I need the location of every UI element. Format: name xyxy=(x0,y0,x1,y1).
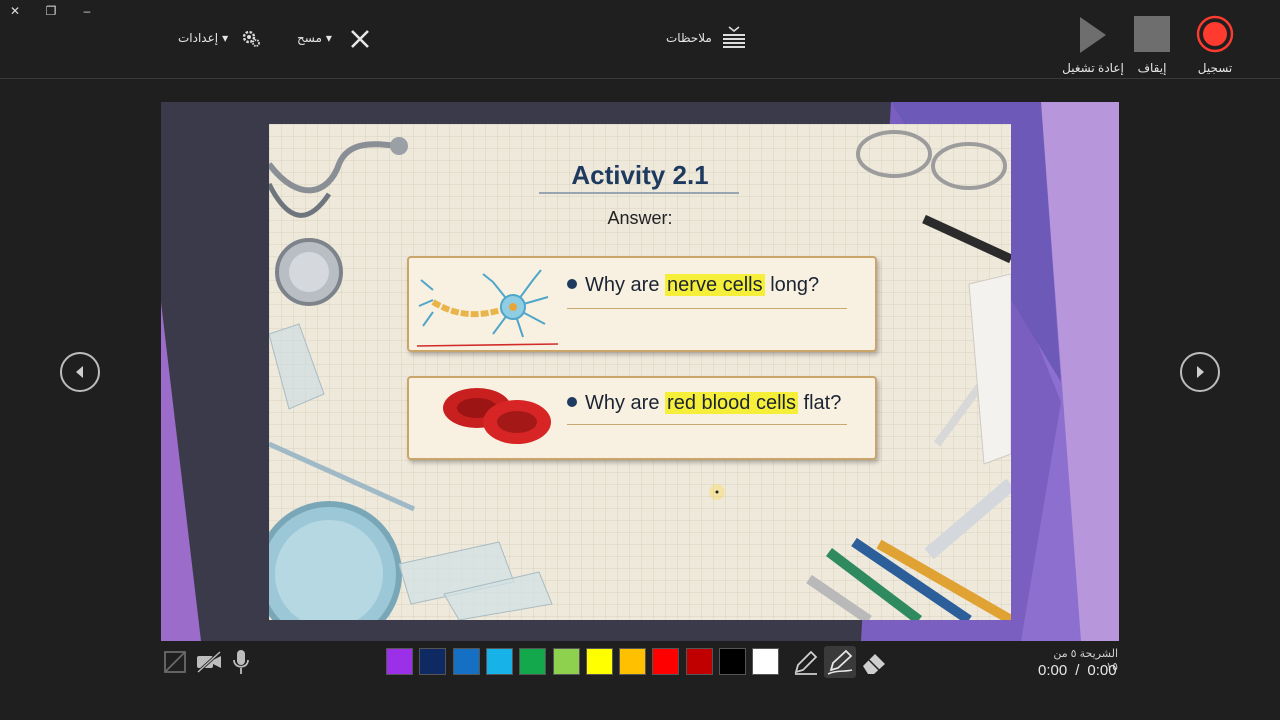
pen-color-swatch[interactable] xyxy=(452,648,480,675)
pen-color-swatch[interactable] xyxy=(386,648,413,675)
slide-preview[interactable]: Activity 2.1 Answer: Why are nerve cells… xyxy=(161,102,1119,641)
close-icon[interactable] xyxy=(349,28,371,50)
settings-menu-button[interactable]: إعدادات ▾ xyxy=(178,31,228,45)
settings-label: إعدادات xyxy=(178,31,219,45)
chevron-left-icon xyxy=(76,366,83,378)
pen-color-swatch[interactable] xyxy=(719,648,746,675)
pen-color-swatch[interactable] xyxy=(752,648,780,675)
title-underline xyxy=(539,192,739,194)
question-text-end: flat? xyxy=(798,392,842,414)
recording-time: 0:00 / 0:00 xyxy=(1038,662,1117,679)
neuron-illustration xyxy=(416,269,559,347)
record-icon xyxy=(1196,15,1234,53)
pen-color-swatch[interactable] xyxy=(419,648,447,675)
clear-label: مسح xyxy=(297,31,322,45)
highlighter-icon xyxy=(827,649,853,675)
pen-color-swatch[interactable] xyxy=(685,648,713,675)
pen-color-swatch[interactable] xyxy=(552,648,580,675)
eraser-icon[interactable] xyxy=(860,648,888,676)
camera-off-icon[interactable] xyxy=(195,650,223,674)
bullet xyxy=(567,278,577,289)
question-text-start: Why are xyxy=(585,392,666,414)
question-card-rbc: Why are red blood cells flat? xyxy=(407,376,877,460)
question-nerve-cells: Why are nerve cells long? xyxy=(567,274,819,297)
elapsed-time: 0:00 xyxy=(1038,662,1068,679)
play-icon[interactable] xyxy=(1078,16,1108,54)
stop-icon[interactable] xyxy=(1134,16,1170,52)
chevron-down-icon: ▾ xyxy=(325,31,332,45)
pen-color-swatch[interactable] xyxy=(519,648,547,675)
red-blood-cells-illustration xyxy=(443,388,551,444)
bullet xyxy=(567,396,577,407)
total-time: 0:00 xyxy=(1087,662,1117,679)
chevron-down-icon: ▾ xyxy=(222,31,229,45)
slide-subtitle: Answer: xyxy=(607,208,673,228)
slide-title: Activity 2.1 xyxy=(571,160,709,190)
pen-icon[interactable] xyxy=(792,648,820,676)
pen-color-swatch[interactable] xyxy=(485,648,513,675)
gear-icon[interactable] xyxy=(240,28,262,50)
highlighted-text: red blood cells xyxy=(665,392,798,414)
pen-color-swatch[interactable] xyxy=(619,648,647,675)
highlighter-button[interactable] xyxy=(824,646,856,678)
notes-label: ملاحظات xyxy=(666,31,712,45)
pen-color-swatch[interactable] xyxy=(652,648,680,675)
notes-button[interactable]: ملاحظات xyxy=(666,31,712,45)
clear-menu-button[interactable]: مسح ▾ xyxy=(297,31,332,45)
previous-slide-button[interactable] xyxy=(60,352,100,392)
question-card-nerve: Why are nerve cells long? xyxy=(407,256,877,352)
question-text-start: Why are xyxy=(585,274,666,296)
record-button[interactable] xyxy=(1196,15,1234,53)
question-red-blood-cells: Why are red blood cells flat? xyxy=(567,392,841,415)
question-text-end: long? xyxy=(764,274,820,296)
highlighted-text: nerve cells xyxy=(665,274,765,296)
pen-color-swatch[interactable] xyxy=(585,648,613,675)
next-slide-button[interactable] xyxy=(1180,352,1220,392)
notes-icon[interactable] xyxy=(721,25,747,53)
record-label: تسجيل xyxy=(1197,61,1233,75)
time-separator: / xyxy=(1075,662,1080,679)
card-underline xyxy=(567,308,847,309)
camera-preview-off-icon[interactable] xyxy=(163,650,187,674)
card-underline xyxy=(567,424,847,425)
microphone-icon[interactable] xyxy=(231,649,251,675)
slide-illustrations xyxy=(269,130,1011,620)
chevron-right-icon xyxy=(1197,366,1204,378)
slide-canvas: Activity 2.1 Answer: Why are nerve cells… xyxy=(269,124,1011,620)
